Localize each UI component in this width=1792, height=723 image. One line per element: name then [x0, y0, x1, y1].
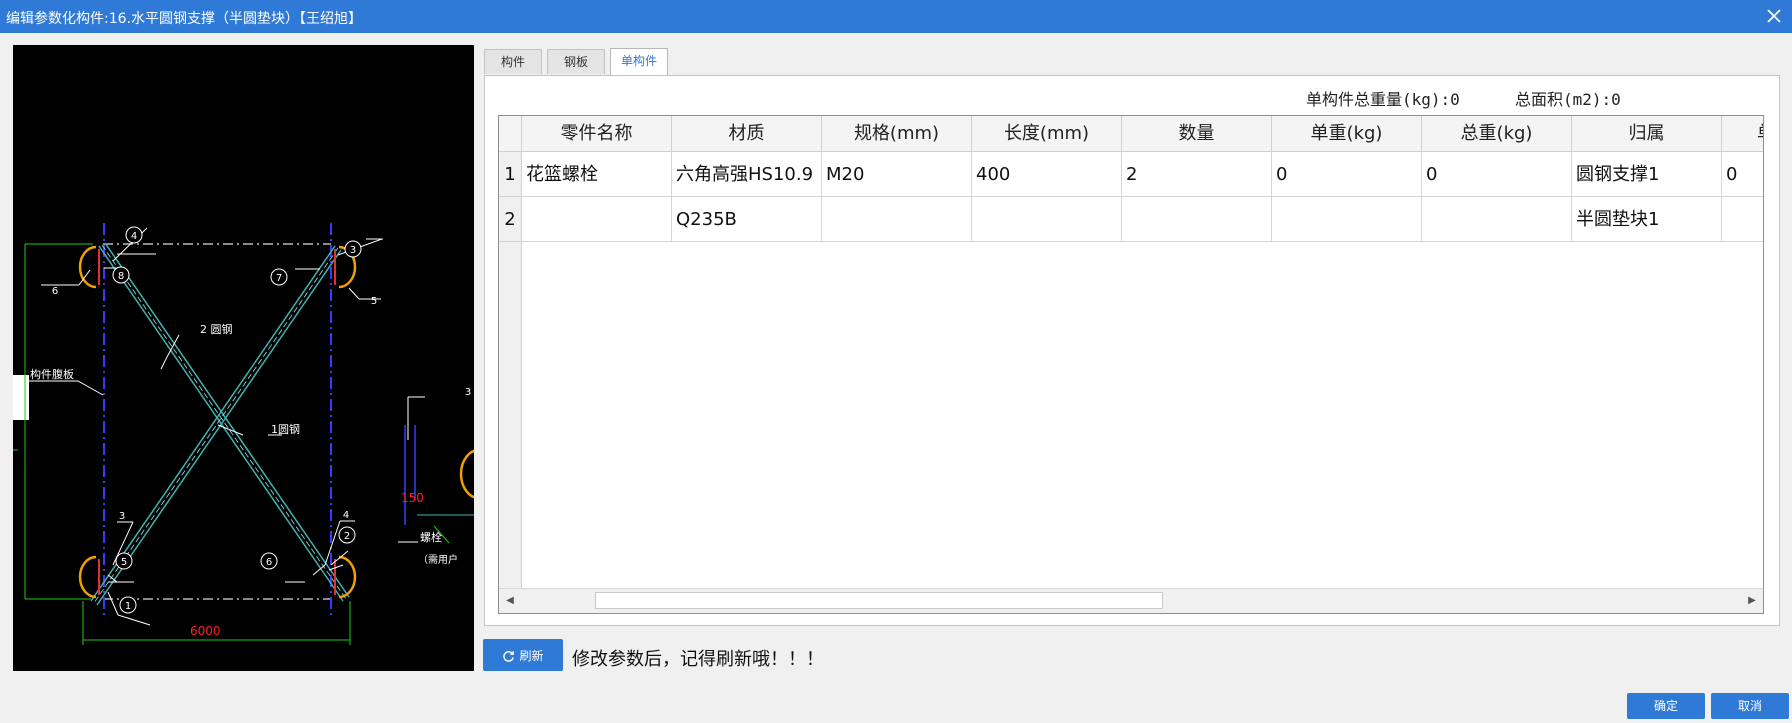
table-cell[interactable]: 0: [1272, 152, 1422, 197]
col-header-total-weight[interactable]: 总重(kg): [1422, 116, 1572, 152]
scrollbar-thumb[interactable]: [595, 592, 1163, 609]
row-number: 2: [499, 197, 521, 242]
title-bar: 编辑参数化构件:16.水平圆钢支撑（半圆垫块）【王绍旭】: [0, 0, 1792, 33]
label-4-br: 4: [343, 510, 349, 521]
row-number: 1: [499, 152, 521, 197]
label-circle-6: 6: [266, 557, 272, 568]
label-web-plate: 构件腹板: [30, 367, 74, 381]
table-cell[interactable]: 0: [1722, 152, 1763, 197]
close-icon[interactable]: [1762, 4, 1786, 28]
col-header-spec[interactable]: 规格(mm): [822, 116, 972, 152]
table-cell[interactable]: [1722, 197, 1763, 242]
label-bolt-note: （需用户: [418, 553, 458, 566]
label-bolt: 螺栓: [420, 530, 442, 544]
col-header-part-name[interactable]: 零件名称: [522, 116, 672, 152]
table-cell[interactable]: 花篮螺栓: [522, 152, 672, 197]
cad-drawing: 4 3 8 7 5 6 2 1 5 6 3 4 3 2 圆钢 1圆钢 构件腹板 …: [13, 223, 474, 645]
label-6-tl: 6: [52, 286, 58, 297]
total-area-label: 总面积(m2):0: [1515, 90, 1621, 109]
label-5-tr: 5: [371, 296, 377, 307]
table-cell[interactable]: 六角高强HS10.9: [672, 152, 822, 197]
web-plate-marker: [13, 375, 29, 420]
ok-button[interactable]: 确定: [1627, 693, 1705, 719]
col-header-length[interactable]: 长度(mm): [972, 116, 1122, 152]
refresh-button-label: 刷新: [519, 648, 544, 663]
col-header-unit-weight[interactable]: 单重(kg): [1272, 116, 1422, 152]
label-dim-6000: 6000: [190, 624, 221, 638]
label-circle-7: 7: [276, 273, 282, 284]
table-cell[interactable]: 半圆垫块1: [1572, 197, 1722, 242]
horizontal-scrollbar[interactable]: ◀ ▶: [499, 588, 1763, 613]
tab-single-component[interactable]: 单构件: [610, 48, 668, 75]
refresh-reminder: 修改参数后，记得刷新哦！！！: [572, 649, 824, 670]
table-cell[interactable]: Q235B: [672, 197, 822, 242]
label-dim-150: 150: [401, 491, 424, 505]
total-weight-label: 单构件总重量(kg):0: [1306, 90, 1460, 109]
table-cell[interactable]: 400: [972, 152, 1122, 197]
label-circle-2: 2: [344, 531, 350, 542]
table-cell[interactable]: [822, 197, 972, 242]
tab-steel-plate[interactable]: 钢板: [547, 49, 605, 74]
window-title: 编辑参数化构件:16.水平圆钢支撑（半圆垫块）【王绍旭】: [6, 11, 362, 27]
refresh-button[interactable]: 刷新: [483, 639, 563, 671]
table-cell[interactable]: 0: [1422, 152, 1572, 197]
table-cell[interactable]: [522, 197, 672, 242]
tab-component[interactable]: 构件: [484, 49, 542, 74]
label-circle-5: 5: [121, 557, 127, 568]
cad-preview: 4 3 8 7 5 6 2 1 5 6 3 4 3 2 圆钢 1圆钢 构件腹板 …: [13, 45, 474, 671]
col-header-quantity[interactable]: 数量: [1122, 116, 1272, 152]
col-header-unit[interactable]: 单: [1722, 116, 1763, 152]
parts-table: 零件名称 材质 规格(mm) 长度(mm) 数量 单重(kg) 总重(kg) 归…: [498, 115, 1764, 614]
table-cell[interactable]: [1422, 197, 1572, 242]
table-cell[interactable]: 圆钢支撑1: [1572, 152, 1722, 197]
label-3-side: 3: [119, 511, 125, 522]
scroll-right-icon[interactable]: ▶: [1741, 589, 1763, 613]
refresh-icon: [503, 650, 515, 662]
scroll-left-icon[interactable]: ◀: [499, 589, 521, 613]
table-cell[interactable]: M20: [822, 152, 972, 197]
header-corner: [499, 116, 522, 152]
table-cell[interactable]: [972, 197, 1122, 242]
label-circle-4: 4: [131, 231, 137, 242]
table-cell[interactable]: [1122, 197, 1272, 242]
label-round-steel-2: 2 圆钢: [200, 323, 233, 336]
label-circle-3: 3: [350, 245, 356, 256]
label-round-steel-1: 1圆钢: [271, 423, 300, 436]
col-header-material[interactable]: 材质: [672, 116, 822, 152]
table-cell[interactable]: [1272, 197, 1422, 242]
label-circle-1: 1: [125, 601, 131, 612]
label-circle-8: 8: [118, 271, 124, 282]
label-3-right: 3: [465, 387, 471, 398]
cancel-button[interactable]: 取消: [1711, 693, 1789, 719]
table-cell[interactable]: 2: [1122, 152, 1272, 197]
col-header-belongs-to[interactable]: 归属: [1572, 116, 1722, 152]
